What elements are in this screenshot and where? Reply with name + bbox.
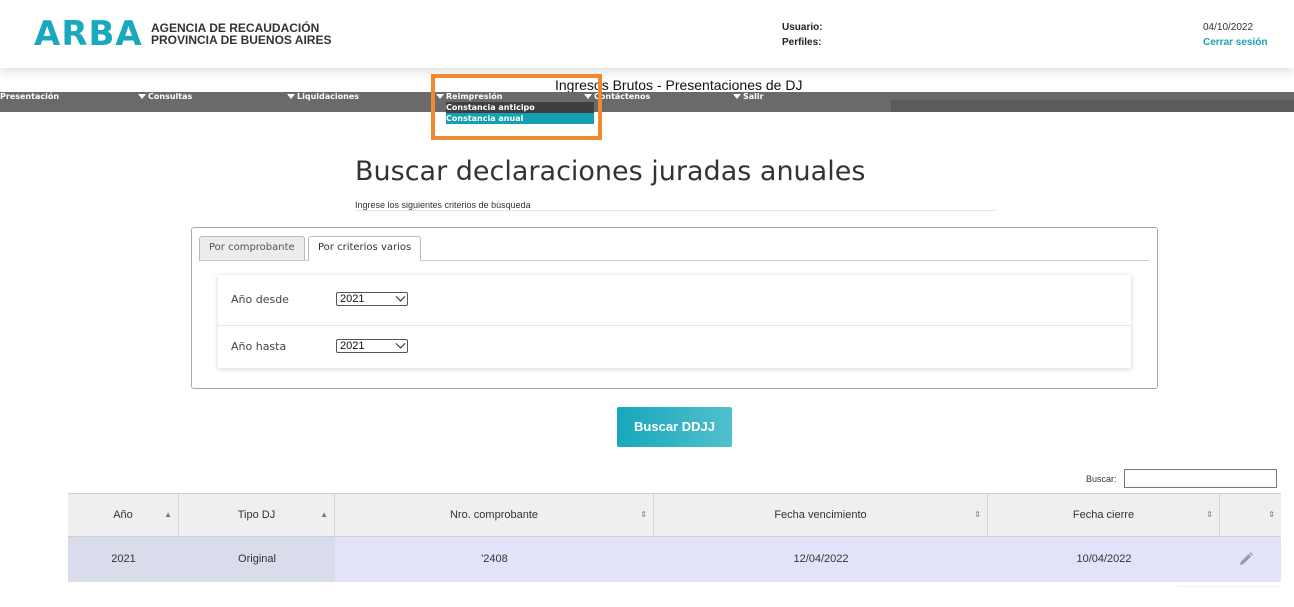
table-header: Año ▲ Tipo DJ ▲ Nro. comprobante ⇕ Fecha… [68,493,1281,537]
criteria-subtext: Ingrese los siguientes criterios de búsq… [355,200,531,210]
menu-item-label: Salir [743,92,764,101]
tab-por-comprobante[interactable]: Por comprobante [199,236,305,260]
perfiles-label: Perfiles: [782,37,822,48]
sort-both-icon: ⇕ [1206,510,1213,519]
anio-desde-value: 2021 [340,293,365,305]
col-header-label: Fecha vencimiento [774,509,867,521]
table-row: 2021 Original '2408 12/04/2022 10/04/202… [68,537,1281,582]
col-header-label: Fecha cierre [1072,509,1135,521]
cell-nro-comprobante: '2408 [335,537,654,582]
divider [355,210,995,211]
menu-item-label: Presentación [0,92,60,101]
usuario-label: Usuario: [782,22,823,33]
chevron-down-icon [395,338,406,349]
menu-item-salir[interactable]: Salir [733,92,764,102]
anio-desde-select[interactable]: 2021 [336,291,408,306]
menu-item-label: Contáctenos [594,92,651,101]
menu-item-reimpresion[interactable]: Reimpresión [436,92,502,102]
menu-bar-filler [891,100,1294,112]
caret-down-icon [287,94,295,99]
col-header-actions[interactable]: ⇕ [1220,494,1281,536]
menu-item-label: Consultas [148,92,193,101]
menu-item-liquidaciones[interactable]: Liquidaciones [287,92,359,102]
caret-down-icon [138,94,146,99]
anio-desde-label: Año desde [231,293,289,306]
cell-fecha-cierre: 10/04/2022 [988,537,1220,582]
col-header-fecha-cierre[interactable]: Fecha cierre ⇕ [988,494,1220,536]
sort-both-icon: ⇕ [974,510,981,519]
sort-asc-icon: ▲ [320,510,328,519]
col-header-fecha-vencimiento[interactable]: Fecha vencimiento ⇕ [654,494,988,536]
col-header-nro-comprobante[interactable]: Nro. comprobante ⇕ [335,494,654,536]
menu-item-consultas[interactable]: Consultas [138,92,192,102]
dropdown-item-constancia-anticipo[interactable]: Constancia anticipo [446,102,594,113]
main-heading: Buscar declaraciones juradas anuales [355,156,866,187]
chevron-down-icon [395,291,406,302]
edit-pencil-icon[interactable] [1238,551,1254,567]
header: ARBA AGENCIA DE RECAUDACIÓN PROVINCIA DE… [0,0,1294,68]
sort-both-icon: ⇕ [640,510,647,519]
table-footer-line [1178,586,1281,587]
caret-down-icon [584,94,592,99]
col-header-tipo-dj[interactable]: Tipo DJ ▲ [179,494,335,536]
tab-por-criterios-varios[interactable]: Por criterios varios [308,236,422,261]
agency-name: AGENCIA DE RECAUDACIÓN PROVINCIA DE BUEN… [151,22,331,46]
menu-item-label: Liquidaciones [297,92,359,101]
page-title: Ingresos Brutos - Presentaciones de DJ [555,77,803,93]
table-search-input[interactable] [1124,469,1277,488]
agency-line-2: PROVINCIA DE BUENOS AIRES [151,33,332,47]
col-header-label: Año [113,509,133,521]
sort-asc-icon: ▲ [164,510,172,519]
anio-hasta-select[interactable]: 2021 [336,338,408,353]
row-divider [218,325,1131,326]
col-header-anio[interactable]: Año ▲ [68,494,179,536]
table-search-label: Buscar: [1086,474,1117,484]
criteria-form [218,275,1131,368]
cell-tipo-dj: Original [179,537,335,582]
cell-anio: 2021 [68,537,179,582]
buscar-ddjj-button[interactable]: Buscar DDJJ [617,407,732,447]
col-header-label: Nro. comprobante [449,509,539,521]
current-date: 04/10/2022 [1203,22,1254,33]
anio-hasta-label: Año hasta [231,340,287,353]
caret-down-icon [733,94,741,99]
menu-item-contactenos[interactable]: Contáctenos [584,92,650,102]
menu-item-label: Reimpresión [446,92,503,101]
dropdown-item-constancia-anual[interactable]: Constancia anual [446,113,594,124]
caret-down-icon [436,94,444,99]
logout-link[interactable]: Cerrar sesión [1203,35,1267,50]
arba-logo[interactable]: ARBA [34,14,143,54]
anio-hasta-value: 2021 [340,340,365,352]
reimpresion-dropdown: Constancia anticipo Constancia anual [446,102,594,124]
cell-fecha-vencimiento: 12/04/2022 [654,537,988,582]
user-info: Usuario: Perfiles: [782,20,823,50]
menu-item-presentacion[interactable]: Presentación [0,92,59,102]
col-header-label: Tipo DJ [237,509,276,521]
ddjj-table: Año ▲ Tipo DJ ▲ Nro. comprobante ⇕ Fecha… [68,493,1281,582]
session-box: 04/10/2022 Cerrar sesión [1203,20,1267,50]
sort-both-icon: ⇕ [1268,510,1275,519]
